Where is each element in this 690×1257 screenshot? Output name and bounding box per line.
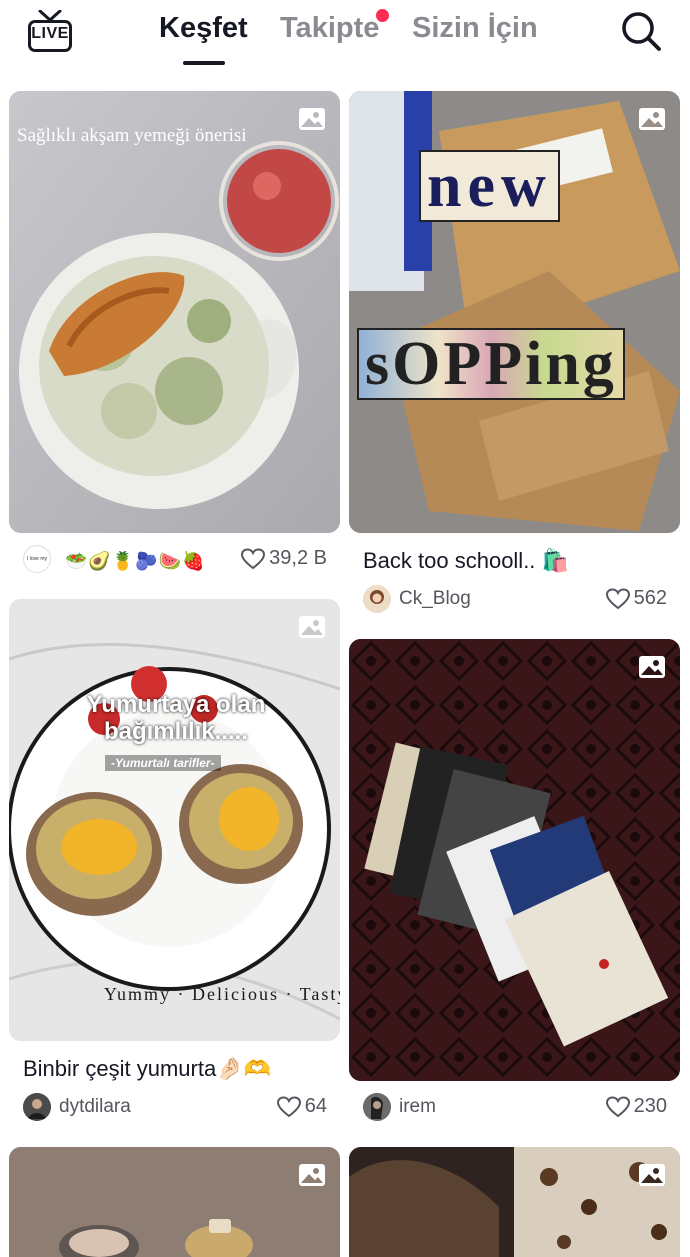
books-photo	[349, 639, 680, 1081]
post-thumbnail[interactable]: Yumurtaya olan bağımlılık..... -Yumurtal…	[9, 599, 340, 1041]
author-name[interactable]: Ck_Blog	[399, 588, 471, 610]
notification-dot	[374, 7, 391, 24]
like-count-value: 562	[633, 587, 667, 609]
dinner-photo	[9, 91, 340, 533]
thumbnail-overlay-title: Yumurtaya olan bağımlılık.....	[86, 691, 266, 745]
feed-card-partial-right[interactable]	[349, 1147, 680, 1257]
avatar-image	[23, 1093, 51, 1121]
tab-kesfet[interactable]: Keşfet	[159, 12, 248, 45]
like-count-value: 39,2 B	[269, 547, 327, 569]
post-thumbnail[interactable]	[9, 1147, 340, 1257]
like-count[interactable]: 39,2 B	[241, 547, 327, 570]
post-thumbnail[interactable]	[349, 1147, 680, 1257]
like-count[interactable]: 64	[276, 1095, 327, 1118]
heart-icon	[276, 1095, 301, 1117]
photo-icon	[639, 1164, 665, 1186]
post-caption: Back too schooll.. 🛍️	[363, 548, 569, 573]
eggs-photo	[9, 599, 340, 1041]
post-meta: I love my body 🥗🥑🍍🫐🍉🍓 39,2 B	[23, 545, 327, 577]
partial-photo-right	[349, 1147, 680, 1257]
feed-card-partial-left[interactable]	[9, 1147, 340, 1257]
thumbnail-overlay-text: Sağlıklı akşam yemeği önerisi	[17, 125, 247, 146]
like-count-value: 230	[633, 1095, 667, 1117]
thumbnail-overlay-subtitle: -Yumurtalı tarifler-	[105, 755, 221, 771]
active-tab-indicator	[183, 61, 225, 65]
search-icon[interactable]	[620, 10, 662, 52]
feed-card-books[interactable]: irem 230	[349, 639, 680, 1121]
feed-card-dinner[interactable]: Sağlıklı akşam yemeği önerisi I love my …	[9, 91, 340, 577]
collage-word-shopping: sOPPing	[357, 328, 625, 400]
heart-icon	[605, 587, 630, 609]
emoji-title: 🥗🥑🍍🫐🍉🍓	[65, 551, 206, 571]
tab-takipte[interactable]: Takipte	[280, 12, 379, 45]
author-name[interactable]: dytdilara	[59, 1096, 131, 1118]
avatar[interactable]	[363, 1093, 391, 1121]
like-count[interactable]: 562	[605, 587, 667, 610]
author-name[interactable]: irem	[399, 1096, 436, 1118]
photo-icon	[299, 616, 325, 638]
post-meta: irem 230	[363, 1093, 667, 1125]
heart-icon	[605, 1095, 630, 1117]
like-count-value: 64	[304, 1095, 327, 1117]
feed-tabs: Keşfet Takipte Sizin İçin	[0, 0, 690, 80]
post-meta: Ck_Blog 562	[363, 585, 667, 617]
tab-sizin-icin[interactable]: Sizin İçin	[412, 12, 538, 45]
post-thumbnail[interactable]: new sOPPing	[349, 91, 680, 533]
avatar-text: I love my body	[26, 556, 47, 562]
feed-card-shopping[interactable]: new sOPPing Back too schooll.. 🛍️ Ck_Blo…	[349, 91, 680, 621]
post-caption: Binbir çeşit yumurta🤌🏻🫶	[23, 1056, 271, 1081]
heart-icon	[241, 547, 266, 569]
collage-word-new: new	[419, 150, 560, 222]
avatar-image	[363, 585, 391, 613]
photo-icon	[299, 108, 325, 130]
avatar[interactable]	[23, 1093, 51, 1121]
partial-photo-left	[9, 1147, 340, 1257]
avatar[interactable]	[363, 585, 391, 613]
photo-icon	[639, 108, 665, 130]
photo-icon	[299, 1164, 325, 1186]
post-thumbnail[interactable]: Sağlıklı akşam yemeği önerisi	[9, 91, 340, 533]
like-count[interactable]: 230	[605, 1095, 667, 1118]
feed-card-eggs[interactable]: Yumurtaya olan bağımlılık..... -Yumurtal…	[9, 599, 340, 1121]
plate-rim-text: Yummy · Delicious · Tasty	[104, 984, 340, 1004]
post-meta: dytdilara 64	[23, 1093, 327, 1125]
avatar-image	[363, 1093, 391, 1121]
avatar[interactable]: I love my body	[23, 545, 51, 573]
top-bar: LIVE Keşfet Takipte Sizin İçin	[0, 0, 690, 80]
post-thumbnail[interactable]	[349, 639, 680, 1081]
photo-icon	[639, 656, 665, 678]
